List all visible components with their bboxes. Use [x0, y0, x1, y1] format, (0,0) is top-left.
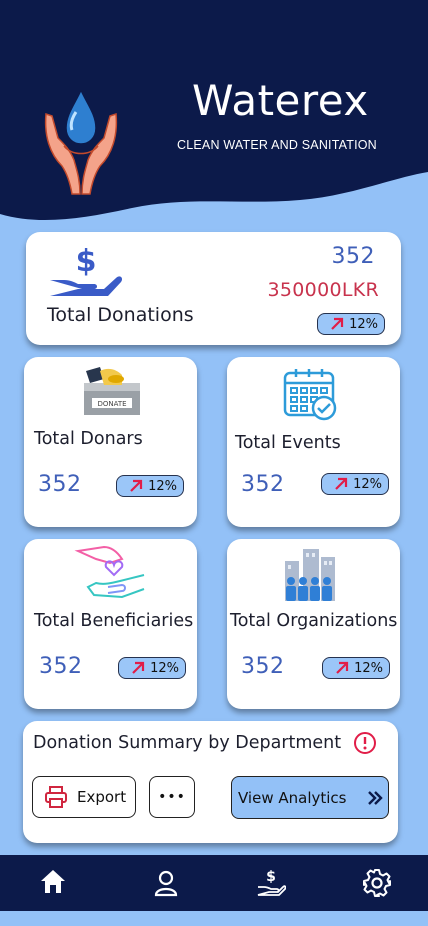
user-icon[interactable] [151, 868, 181, 898]
change-badge: 12% [116, 475, 184, 497]
donation-box-icon: DONATE [84, 367, 140, 415]
stat-label: Total Organizations [230, 611, 398, 631]
stat-value: 352 [39, 654, 83, 679]
alert-circle-icon[interactable] [353, 731, 377, 755]
trend-up-arrow-icon [335, 477, 348, 490]
change-badge: 12% [118, 657, 186, 679]
bottom-navigation: $ [0, 855, 428, 911]
change-badge: 12% [322, 657, 390, 679]
total-donations-count: 352 [331, 244, 375, 269]
export-button[interactable]: Export [32, 776, 136, 818]
water-hands-logo [44, 88, 118, 195]
stat-label: Total Events [235, 433, 341, 453]
total-donations-label: Total Donations [47, 304, 194, 326]
app-title: Waterex [192, 76, 369, 125]
view-analytics-button[interactable]: View Analytics [231, 776, 389, 819]
svg-text:$: $ [76, 244, 97, 279]
double-chevron-right-icon [368, 791, 383, 805]
trend-up-arrow-icon [331, 317, 344, 330]
printer-icon [45, 786, 67, 808]
stat-value: 352 [241, 654, 285, 679]
change-value: 12% [353, 476, 382, 492]
view-analytics-label: View Analytics [238, 788, 347, 807]
change-badge: 12% [321, 473, 389, 495]
hands-heart-icon [74, 545, 145, 599]
total-events-card[interactable]: Total Events 352 12% [227, 357, 400, 527]
more-options-icon: ••• [158, 789, 186, 805]
stat-value: 352 [241, 472, 285, 497]
change-value: 12% [354, 660, 383, 676]
trend-up-arrow-icon [132, 661, 145, 674]
stat-value: 352 [38, 472, 82, 497]
change-value: 12% [349, 316, 378, 332]
organization-icon [285, 549, 335, 601]
total-donations-amount: 350000LKR [267, 279, 379, 301]
trend-up-arrow-icon [130, 479, 143, 492]
app-tagline: CLEAN WATER AND SANITATION [177, 138, 377, 152]
svg-text:$: $ [266, 869, 276, 885]
stat-label: Total Donars [34, 429, 143, 449]
change-badge: 12% [317, 313, 385, 335]
summary-title: Donation Summary by Department [33, 733, 342, 753]
total-beneficiaries-card[interactable]: Total Beneficiaries 352 12% [24, 539, 197, 709]
calendar-check-icon [283, 369, 337, 421]
total-donations-card[interactable]: $ Total Donations 352 350000LKR 12% [26, 232, 401, 345]
home-icon[interactable] [38, 867, 68, 897]
hand-dollar-icon: $ [50, 244, 123, 296]
change-value: 12% [148, 478, 177, 494]
svg-text:DONATE: DONATE [97, 400, 126, 408]
settings-icon[interactable] [362, 868, 392, 898]
trend-up-arrow-icon [336, 661, 349, 674]
stat-label: Total Beneficiaries [34, 611, 194, 631]
more-options-button[interactable]: ••• [149, 776, 195, 818]
total-donars-card[interactable]: DONATE Total Donars 352 12% [24, 357, 197, 527]
donate-icon[interactable]: $ [256, 867, 286, 897]
header-banner: Waterex CLEAN WATER AND SANITATION [0, 0, 428, 240]
total-organizations-card[interactable]: Total Organizations 352 12% [227, 539, 400, 709]
donation-summary-card: Donation Summary by Department Export ••… [23, 721, 398, 843]
change-value: 12% [150, 660, 179, 676]
export-label: Export [77, 788, 127, 806]
